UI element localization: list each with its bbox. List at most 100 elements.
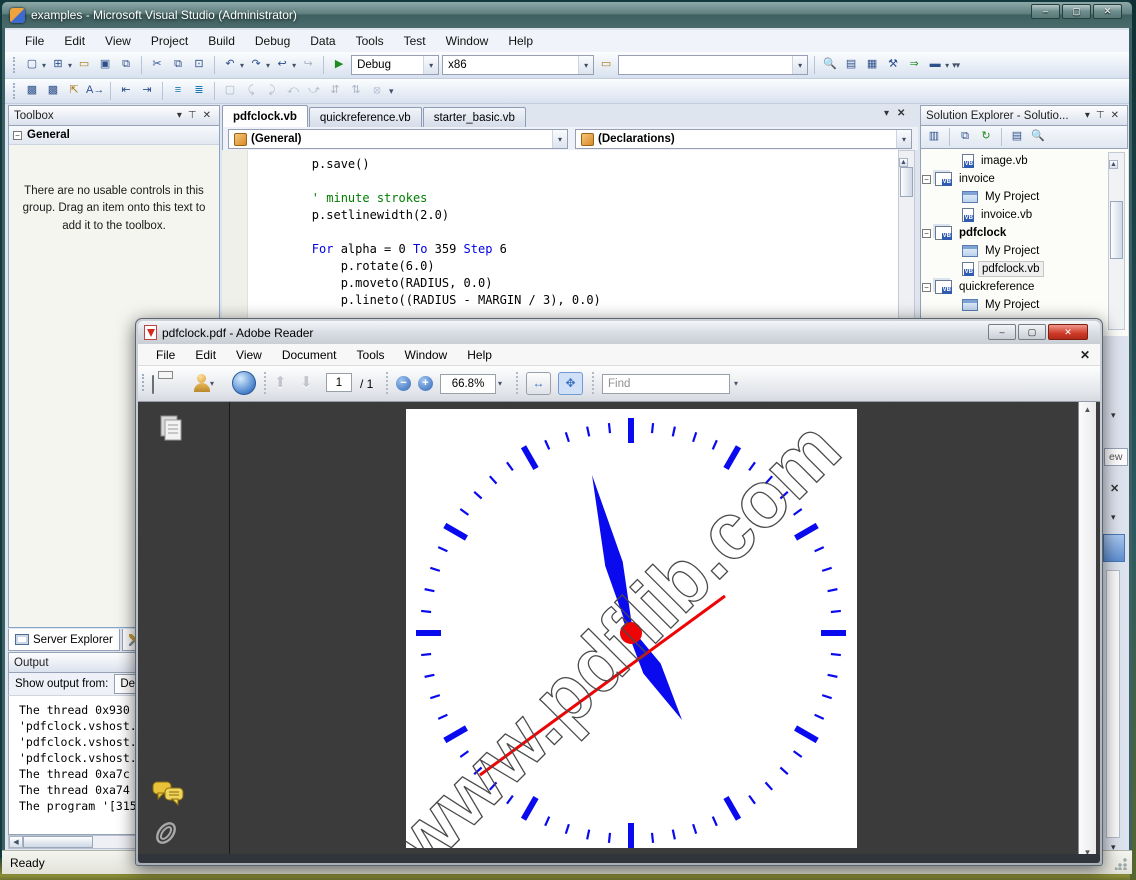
fit-page-icon[interactable]: ✥	[558, 372, 583, 395]
vs-menu-file[interactable]: File	[15, 31, 54, 51]
new-project-icon[interactable]: ▢	[23, 56, 41, 74]
scrollbar-thumb[interactable]	[900, 167, 913, 197]
vs-menu-tools[interactable]: Tools	[346, 31, 394, 51]
previous-bookmark-icon[interactable]: ⤹	[242, 82, 260, 100]
next-bookmark-doc-icon[interactable]: ⇅	[347, 82, 365, 100]
decrease-indent-icon[interactable]: ⇤	[117, 82, 135, 100]
immediate-window-icon[interactable]: ⇒	[905, 56, 923, 74]
redo-icon[interactable]: ↷	[247, 56, 265, 74]
platform-combo[interactable]: x86 ▾	[442, 55, 594, 75]
attachments-panel-icon[interactable]	[154, 818, 178, 848]
add-item-caret[interactable]: ▾	[68, 61, 72, 70]
combo-caret-icon[interactable]: ▾	[552, 130, 567, 148]
increase-indent-icon[interactable]: ⇥	[138, 82, 156, 100]
adobe-menu-view[interactable]: View	[226, 345, 272, 365]
next-bookmark-icon[interactable]: ⤸	[263, 82, 281, 100]
toolbar-grip[interactable]	[13, 83, 17, 99]
tab-server-explorer[interactable]: Server Explorer	[8, 629, 120, 651]
toolbox-icon[interactable]: ⚒	[884, 56, 902, 74]
vs-close-button[interactable]: ✕	[1093, 4, 1122, 19]
properties-icon[interactable]: ▥	[925, 128, 943, 146]
se-pin-icon[interactable]: ⊤	[1093, 110, 1108, 121]
pdf-page[interactable]: www.pdflib.com	[406, 409, 857, 848]
uncomment-selection-icon[interactable]: ≣	[190, 82, 208, 100]
clear-bookmarks-icon[interactable]: ⦻	[368, 82, 386, 100]
adobe-titlebar[interactable]: pdfclock.pdf - Adobe Reader	[138, 321, 1100, 344]
command-window-icon[interactable]: ▬	[926, 56, 944, 74]
comments-panel-icon[interactable]	[152, 780, 186, 806]
combo-caret-icon[interactable]: ▾	[423, 56, 438, 74]
find-in-files-folder-icon[interactable]: ▭	[597, 56, 615, 74]
tree-item-quickreference[interactable]: −quickreference	[922, 278, 1106, 296]
tree-item-my-project[interactable]: My Project	[922, 242, 1106, 260]
vs-menu-edit[interactable]: Edit	[54, 31, 95, 51]
previous-bookmark-doc-icon[interactable]: ⇵	[326, 82, 344, 100]
vs-menu-view[interactable]: View	[95, 31, 141, 51]
pages-panel-icon[interactable]	[158, 414, 186, 442]
find-combo[interactable]: ▾	[618, 55, 808, 75]
find-caret-icon[interactable]: ▾	[734, 379, 738, 388]
scroll-left-icon[interactable]: ◀	[9, 836, 23, 848]
save-icon[interactable]: ▣	[96, 56, 114, 74]
toolbar-overflow-icon[interactable]: ▾	[389, 86, 393, 97]
close-document-icon[interactable]: ✕	[897, 108, 905, 119]
toolbar-overflow-icon[interactable]: ▾▾	[952, 60, 959, 71]
object-browser-icon[interactable]: ▦	[863, 56, 881, 74]
copy-icon[interactable]: ⧉	[169, 56, 187, 74]
hidden-panel-tab[interactable]: ew	[1104, 448, 1128, 466]
editor-tab-starter_basic-vb[interactable]: starter_basic.vb	[423, 107, 526, 127]
scrollbar-thumb[interactable]	[23, 836, 93, 848]
tree-expander-icon[interactable]: −	[922, 283, 931, 292]
resize-grip[interactable]	[1115, 858, 1127, 870]
scroll-up-icon[interactable]: ▲	[1109, 160, 1118, 169]
toolbox-group-general[interactable]: − General	[9, 126, 219, 145]
view-code-icon[interactable]: ▤	[1008, 128, 1026, 146]
next-page-icon[interactable]: ⬇	[300, 373, 313, 391]
vs-menu-test[interactable]: Test	[394, 31, 436, 51]
navigate-back-icon[interactable]: ↩	[273, 56, 291, 74]
new-project-caret[interactable]: ▾	[42, 61, 46, 70]
vs-menu-project[interactable]: Project	[141, 31, 198, 51]
tree-item-invoice-vb[interactable]: invoice.vb	[922, 206, 1106, 224]
adobe-menu-window[interactable]: Window	[395, 345, 458, 365]
zoom-out-icon[interactable]: −	[396, 376, 411, 391]
print-icon[interactable]	[152, 375, 154, 394]
scroll-up-icon[interactable]: ▲	[1084, 405, 1092, 414]
collapse-icon[interactable]: −	[13, 131, 22, 140]
redo-caret[interactable]: ▾	[266, 61, 270, 70]
next-bookmark-folder-icon[interactable]: ⤻	[305, 82, 323, 100]
panel-scrollbar-fragment[interactable]	[1106, 570, 1120, 838]
collaborate-caret-icon[interactable]: ▾	[210, 379, 214, 388]
zoom-caret-icon[interactable]: ▾	[498, 379, 502, 388]
tree-item-my-project[interactable]: My Project	[922, 188, 1106, 206]
debug-config-combo[interactable]: Debug ▾	[351, 55, 439, 75]
solution-explorer-titlebar[interactable]: Solution Explorer - Solutio... ▾ ⊤ ✕	[920, 105, 1128, 126]
display-parameter-info-icon[interactable]: ▩	[44, 82, 62, 100]
cut-icon[interactable]: ✂	[148, 56, 166, 74]
editor-tab-pdfclock-vb[interactable]: pdfclock.vb	[222, 105, 308, 127]
solution-explorer-icon[interactable]: 🔍	[821, 56, 839, 74]
code-text[interactable]: p.save() ' minute strokes p.setlinewidth…	[254, 156, 601, 309]
combo-caret-icon[interactable]: ▾	[578, 56, 593, 74]
adobe-menu-document[interactable]: Document	[272, 345, 347, 365]
adobe-minimize-button[interactable]: ‒	[988, 324, 1016, 340]
adobe-menu-tools[interactable]: Tools	[347, 345, 395, 365]
find-input[interactable]	[602, 374, 730, 394]
vs-titlebar[interactable]: examples - Microsoft Visual Studio (Admi…	[2, 2, 1132, 28]
adobe-menu-edit[interactable]: Edit	[185, 345, 226, 365]
vs-menu-build[interactable]: Build	[198, 31, 245, 51]
paste-icon[interactable]: ⊡	[190, 56, 208, 74]
toolbar-grip[interactable]	[142, 374, 147, 392]
toolbox-menu-caret-icon[interactable]: ▾	[174, 110, 185, 121]
properties-window-icon[interactable]: ▤	[842, 56, 860, 74]
tree-item-pdfclock-vb[interactable]: pdfclock.vb	[922, 260, 1106, 278]
adobe-menu-help[interactable]: Help	[457, 345, 502, 365]
vs-minimize-button[interactable]: ‒	[1031, 4, 1060, 19]
previous-page-icon[interactable]: ⬆	[274, 373, 287, 391]
share-document-icon[interactable]	[232, 371, 256, 395]
adobe-vertical-scrollbar[interactable]: ▲ ▼	[1078, 402, 1096, 860]
refresh-icon[interactable]: ↻	[977, 128, 995, 146]
tree-expander-icon[interactable]: −	[922, 229, 931, 238]
display-word-completion-icon[interactable]: A→	[86, 82, 104, 100]
tree-item-my-project[interactable]: My Project	[922, 296, 1106, 314]
